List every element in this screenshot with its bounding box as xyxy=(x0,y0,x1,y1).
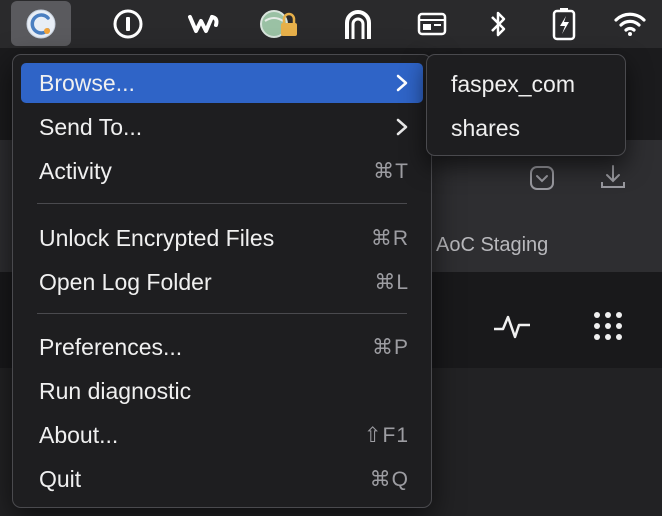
shortcut-label: ⌘T xyxy=(373,159,409,183)
download-icon[interactable] xyxy=(596,160,630,194)
menu-item-send-to[interactable]: Send To... xyxy=(21,107,423,147)
menu-separator xyxy=(37,203,407,204)
apps-grid-icon[interactable] xyxy=(588,306,628,346)
1password-icon[interactable] xyxy=(98,0,158,48)
menu-item-preferences[interactable]: Preferences... ⌘P xyxy=(21,327,423,367)
workspace-label[interactable]: AoC Staging xyxy=(436,234,548,257)
shortcut-label: ⌘L xyxy=(374,270,409,294)
shortcut-label: ⌘R xyxy=(370,226,409,250)
menu-item-about[interactable]: About... ⇧F1 xyxy=(21,415,423,455)
menu-item-activity[interactable]: Activity ⌘T xyxy=(21,151,423,191)
menu-item-label: Send To... xyxy=(39,113,143,140)
headphone-arch-icon[interactable] xyxy=(328,0,388,48)
wifi-icon[interactable] xyxy=(600,0,660,48)
menu-item-label: Quit xyxy=(39,465,82,492)
aspera-dropdown-menu: Browse... Send To... Activity ⌘T Unlock … xyxy=(12,54,432,508)
menu-bar xyxy=(0,0,662,48)
menu-item-quit[interactable]: Quit ⌘Q xyxy=(21,459,423,499)
inbox-icon[interactable] xyxy=(526,162,558,194)
menu-item-label: Unlock Encrypted Files xyxy=(39,224,275,251)
vpn-lock-icon[interactable] xyxy=(250,0,310,48)
menu-item-label: About... xyxy=(39,421,119,448)
menu-item-label: Open Log Folder xyxy=(39,268,212,295)
menu-item-browse[interactable]: Browse... xyxy=(21,63,423,103)
chevron-right-icon xyxy=(395,73,409,98)
activity-pulse-icon[interactable] xyxy=(492,306,532,346)
menu-item-label: Browse... xyxy=(39,69,135,96)
menu-item-label: Run diagnostic xyxy=(39,377,192,404)
battery-charging-icon[interactable] xyxy=(534,0,594,48)
browse-submenu: faspex_com shares xyxy=(426,54,626,156)
menu-separator xyxy=(37,313,407,314)
webex-icon[interactable] xyxy=(174,0,234,48)
bluetooth-icon[interactable] xyxy=(468,0,528,48)
shortcut-label: ⌘Q xyxy=(369,467,409,491)
aspera-connect-icon[interactable] xyxy=(11,1,71,46)
window-card-icon[interactable] xyxy=(402,0,462,48)
menu-item-unlock-encrypted-files[interactable]: Unlock Encrypted Files ⌘R xyxy=(21,218,423,258)
menu-item-label: Preferences... xyxy=(39,333,183,360)
shortcut-label: ⌘P xyxy=(371,335,409,359)
menu-item-label: Activity xyxy=(39,157,112,184)
shortcut-label: ⇧F1 xyxy=(363,423,409,447)
chevron-right-icon xyxy=(395,117,409,142)
submenu-item-faspex-com[interactable]: faspex_com xyxy=(451,71,575,98)
menu-item-open-log-folder[interactable]: Open Log Folder ⌘L xyxy=(21,262,423,302)
menu-item-run-diagnostic[interactable]: Run diagnostic xyxy=(21,371,423,411)
submenu-item-shares[interactable]: shares xyxy=(451,115,520,142)
